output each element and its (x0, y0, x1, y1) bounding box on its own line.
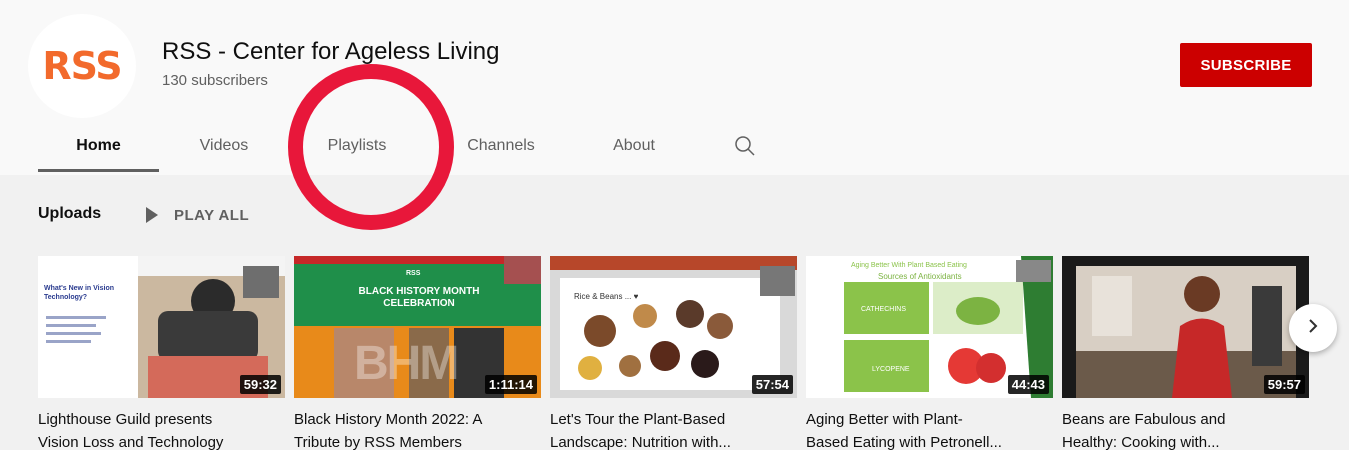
tab-playlists-label: Playlists (327, 137, 387, 154)
video-title[interactable]: Beans are Fabulous and Healthy: Cooking … (1062, 408, 1302, 450)
video-duration: 1:11:14 (484, 375, 537, 394)
thumbnail-text: BLACK HISTORY MONTH CELEBRATION (358, 286, 480, 309)
play-all-button[interactable]: PLAY ALL (146, 205, 249, 225)
video-duration: 44:43 (1007, 375, 1049, 394)
video-title-line: Based Eating with Petronell... (806, 434, 1002, 450)
video-thumbnail[interactable]: RSS BLACK HISTORY MONTH CELEBRATION BHM … (294, 256, 541, 398)
thumbnail-big-text: BHM (354, 337, 459, 390)
subscribe-button[interactable]: SUBSCRIBE (1180, 43, 1312, 87)
video-title-line: Let's Tour the Plant-Based (550, 411, 726, 428)
play-all-label: PLAY ALL (174, 206, 250, 224)
video-card[interactable]: Rice & Beans ... ♥ 57:54 Let's Tour the … (550, 256, 797, 450)
tab-videos-label: Videos (199, 137, 249, 154)
video-card[interactable]: What's New in Vision Technology? 59:32 L… (38, 256, 285, 450)
video-title-line: Vision Loss and Technology (38, 434, 224, 450)
video-thumbnail[interactable]: 59:57 (1062, 256, 1309, 398)
tab-channels[interactable]: Channels (438, 118, 564, 174)
video-title[interactable]: Lighthouse Guild presents Vision Loss an… (38, 408, 278, 450)
tab-about[interactable]: About (578, 118, 690, 174)
play-icon (146, 207, 158, 223)
video-duration: 59:57 (1263, 375, 1305, 394)
tab-home[interactable]: Home (38, 118, 159, 174)
video-thumbnail[interactable]: Aging Better With Plant Based Eating Sou… (806, 256, 1053, 398)
uploads-title: Uploads (38, 205, 102, 222)
video-duration: 59:32 (239, 375, 281, 394)
video-title-line: Lighthouse Guild presents (38, 411, 213, 428)
video-title-line: Black History Month 2022: A (294, 411, 483, 428)
uploads-header: Uploads PLAY ALL (38, 205, 249, 224)
uploads-section: Uploads PLAY ALL What's New in Vision Te… (0, 175, 1349, 450)
active-tab-underline (38, 169, 159, 172)
video-duration: 57:54 (751, 375, 793, 394)
video-card[interactable]: Aging Better With Plant Based Eating Sou… (806, 256, 1053, 450)
tab-about-label: About (613, 137, 655, 154)
chevron-right-icon (1304, 317, 1322, 340)
video-title[interactable]: Aging Better with Plant- Based Eating wi… (806, 408, 1046, 450)
next-arrow-button[interactable] (1289, 304, 1337, 352)
subscriber-count: 130 subscribers (162, 72, 268, 89)
video-title-line: Beans are Fabulous and (1062, 411, 1226, 428)
thumbnail-tag: RSS (406, 270, 421, 277)
thumbnail-text: Rice & Beans ... ♥ (574, 292, 639, 301)
tab-channels-label: Channels (467, 137, 535, 154)
thumbnail-label: CATHECHINS (861, 306, 906, 313)
video-title-line: Tribute by RSS Members (294, 434, 462, 450)
thumbnail-text: Aging Better With Plant Based Eating (851, 262, 967, 269)
channel-name: RSS - Center for Ageless Living (162, 38, 500, 65)
thumbnail-text: What's New in Vision Technology? (44, 285, 114, 301)
channel-avatar[interactable]: RSS (28, 14, 136, 118)
video-card[interactable]: RSS BLACK HISTORY MONTH CELEBRATION BHM … (294, 256, 541, 450)
thumbnail-subtitle: Sources of Antioxidants (878, 272, 962, 281)
video-title-line: Aging Better with Plant- (806, 411, 963, 428)
video-title[interactable]: Let's Tour the Plant-Based Landscape: Nu… (550, 408, 790, 450)
video-thumbnail[interactable]: What's New in Vision Technology? 59:32 (38, 256, 285, 398)
video-card[interactable]: 59:57 Beans are Fabulous and Healthy: Co… (1062, 256, 1309, 450)
video-title-line: Healthy: Cooking with... (1062, 434, 1220, 450)
search-icon[interactable] (733, 134, 757, 158)
video-title-line: Landscape: Nutrition with... (550, 434, 731, 450)
video-title[interactable]: Black History Month 2022: A Tribute by R… (294, 408, 534, 450)
video-thumbnail[interactable]: Rice & Beans ... ♥ 57:54 (550, 256, 797, 398)
thumbnail-label: LYCOPENE (872, 366, 910, 373)
channel-header: RSS RSS - Center for Ageless Living 130 … (0, 0, 1349, 175)
tab-videos[interactable]: Videos (163, 118, 285, 174)
avatar-logo-text: RSS (42, 44, 122, 88)
tab-home-label: Home (76, 137, 121, 154)
tab-playlists[interactable]: Playlists (294, 118, 420, 174)
